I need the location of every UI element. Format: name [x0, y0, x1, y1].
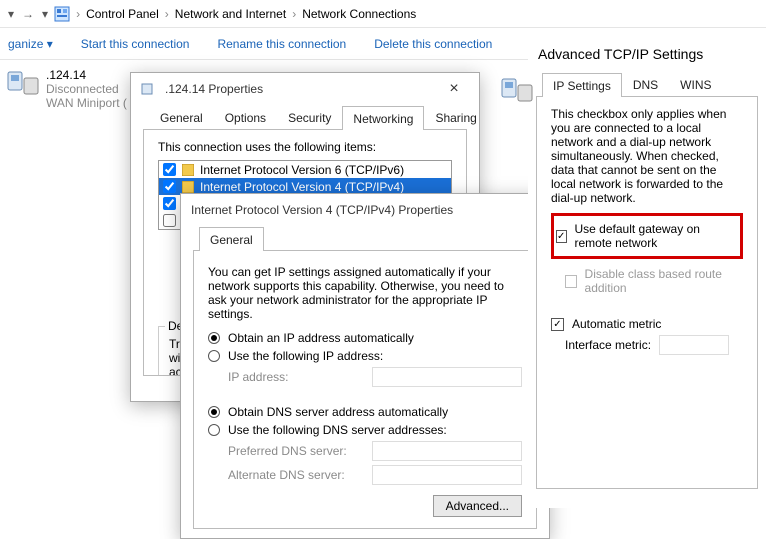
protocol-icon: [182, 181, 194, 193]
props-tabs: General Options Security Networking Shar…: [143, 105, 467, 130]
organize-menu[interactable]: ganize ▾: [8, 37, 53, 51]
disable-class-route-checkbox: [565, 275, 577, 288]
dialog-title: Internet Protocol Version 4 (TCP/IPv4) P…: [191, 203, 539, 217]
tab-dns[interactable]: DNS: [622, 72, 669, 96]
separator-icon: ›: [74, 7, 82, 21]
item-label: Internet Protocol Version 4 (TCP/IPv4): [200, 180, 404, 194]
advanced-intro-text: This checkbox only applies when you are …: [551, 107, 743, 205]
dialog-title: .124.14 Properties: [165, 82, 431, 96]
nav-history-dropdown[interactable]: ▾: [40, 7, 50, 21]
rename-connection-button[interactable]: Rename this connection: [217, 37, 346, 51]
use-dns-row[interactable]: Use the following DNS server addresses:: [208, 423, 522, 437]
use-dns-label: Use the following DNS server addresses:: [228, 423, 447, 437]
close-icon[interactable]: ×: [439, 80, 469, 98]
control-panel-icon: [54, 6, 70, 22]
automatic-metric-label: Automatic metric: [572, 317, 661, 331]
adapter-name: .124.14: [46, 68, 134, 82]
crumb-control-panel[interactable]: Control Panel: [86, 7, 159, 21]
item-checkbox[interactable]: [163, 214, 176, 227]
obtain-ip-auto-label: Obtain an IP address automatically: [228, 331, 414, 345]
separator-icon: ›: [163, 7, 171, 21]
ipv4-intro-text: You can get IP settings assigned automat…: [208, 265, 522, 321]
disable-class-route-label: Disable class based route addition: [585, 267, 743, 295]
nic-icon: [6, 68, 40, 98]
radio-icon[interactable]: [208, 406, 220, 418]
tab-general[interactable]: General: [199, 227, 264, 251]
adapter-device: WAN Miniport (: [46, 96, 134, 110]
default-gateway-label: Use default gateway on remote network: [575, 222, 739, 250]
adapter-status: Disconnected: [46, 82, 134, 96]
nav-forward[interactable]: →: [20, 7, 36, 21]
tab-sharing[interactable]: Sharing: [424, 105, 487, 129]
advanced-button[interactable]: Advanced...: [433, 495, 522, 517]
automatic-metric-checkbox[interactable]: [551, 318, 564, 331]
tab-ip-settings[interactable]: IP Settings: [542, 73, 622, 97]
adapter-item[interactable]: .124.14 Disconnected WAN Miniport (: [6, 68, 134, 110]
pref-dns-label: Preferred DNS server:: [228, 444, 364, 458]
item-checkbox[interactable]: [163, 180, 176, 193]
item-checkbox[interactable]: [163, 197, 176, 210]
interface-metric-label: Interface metric:: [565, 338, 651, 352]
highlight-box: Use default gateway on remote network: [551, 213, 743, 259]
crumb-network-internet[interactable]: Network and Internet: [175, 7, 286, 21]
alt-dns-field: [372, 465, 522, 485]
obtain-ip-auto-row[interactable]: Obtain an IP address automatically: [208, 331, 522, 345]
crumb-network-connections[interactable]: Network Connections: [302, 7, 416, 21]
ip-address-field: [372, 367, 522, 387]
obtain-dns-auto-row[interactable]: Obtain DNS server address automatically: [208, 405, 522, 419]
nav-back-dropdown[interactable]: ▾: [6, 7, 16, 21]
breadcrumb: ▾ → ▾ › Control Panel › Network and Inte…: [0, 0, 766, 28]
tab-options[interactable]: Options: [214, 105, 277, 129]
use-ip-row[interactable]: Use the following IP address:: [208, 349, 522, 363]
radio-icon[interactable]: [208, 332, 220, 344]
alt-dns-label: Alternate DNS server:: [228, 468, 364, 482]
nic-icon: [500, 75, 534, 105]
radio-icon[interactable]: [208, 350, 220, 362]
nic-small-icon: [141, 81, 157, 97]
tab-wins[interactable]: WINS: [669, 72, 722, 96]
pref-dns-field: [372, 441, 522, 461]
advanced-tcpip-dialog: Advanced TCP/IP Settings IP Settings DNS…: [528, 38, 766, 508]
radio-icon[interactable]: [208, 424, 220, 436]
tab-general[interactable]: General: [149, 105, 214, 129]
tab-security[interactable]: Security: [277, 105, 342, 129]
tab-networking[interactable]: Networking: [342, 106, 424, 130]
separator-icon: ›: [290, 7, 298, 21]
interface-metric-field: [659, 335, 729, 355]
use-ip-label: Use the following IP address:: [228, 349, 383, 363]
list-item[interactable]: Internet Protocol Version 6 (TCP/IPv6): [159, 161, 451, 178]
item-label: Internet Protocol Version 6 (TCP/IPv6): [200, 163, 404, 177]
ipv4-properties-dialog: Internet Protocol Version 4 (TCP/IPv4) P…: [180, 193, 550, 539]
dialog-title: Advanced TCP/IP Settings: [528, 38, 766, 72]
obtain-dns-auto-label: Obtain DNS server address automatically: [228, 405, 448, 419]
uses-items-label: This connection uses the following items…: [158, 140, 452, 154]
delete-connection-button[interactable]: Delete this connection: [374, 37, 492, 51]
item-checkbox[interactable]: [163, 163, 176, 176]
protocol-icon: [182, 164, 194, 176]
default-gateway-checkbox[interactable]: [556, 230, 567, 243]
organize-label: ganize: [8, 37, 43, 51]
start-connection-button[interactable]: Start this connection: [81, 37, 190, 51]
ip-address-label: IP address:: [228, 370, 364, 384]
